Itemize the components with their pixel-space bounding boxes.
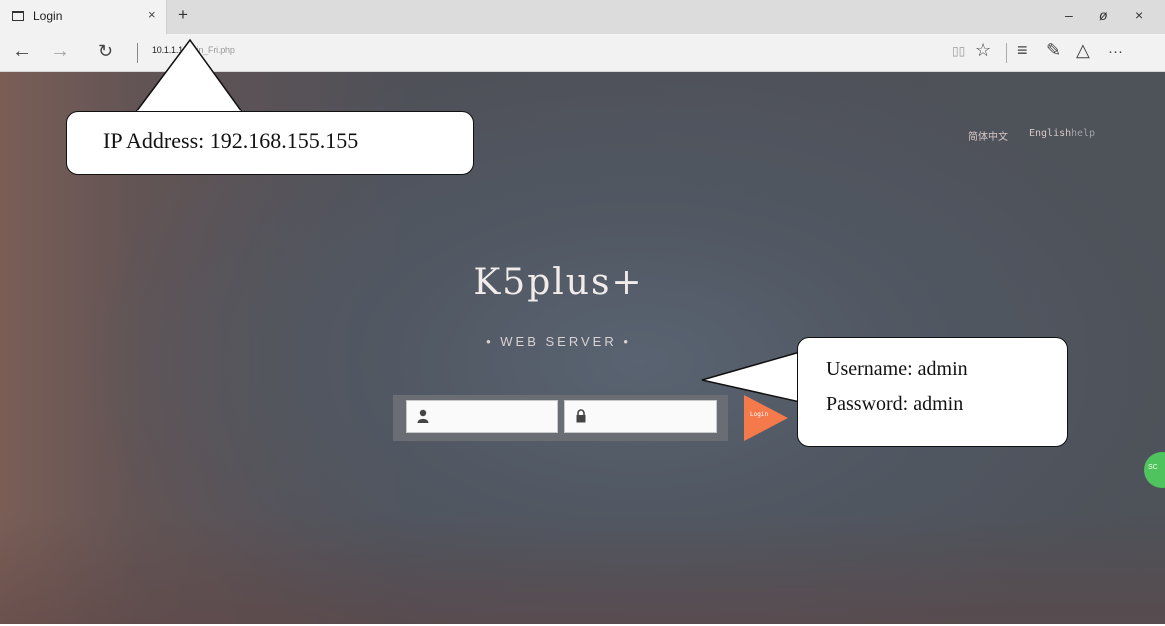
web-note-icon[interactable]: ✎: [1046, 40, 1061, 61]
product-logo: K5plus+: [473, 262, 644, 303]
maximize-button[interactable]: ø: [1099, 7, 1108, 23]
user-icon: [417, 409, 429, 423]
more-icon[interactable]: ···: [1108, 43, 1123, 60]
minimize-button[interactable]: –: [1065, 7, 1073, 23]
side-widget-label: SC: [1148, 464, 1158, 471]
new-tab-button[interactable]: +: [178, 5, 188, 25]
tab-close-icon[interactable]: ×: [148, 7, 156, 22]
forward-button[interactable]: →: [50, 40, 70, 63]
page-bottom-shade: [0, 514, 1165, 624]
hub-icon[interactable]: ≡: [1017, 40, 1028, 61]
password-field[interactable]: [564, 400, 717, 433]
ip-callout-pointer: [134, 38, 244, 114]
share-icon[interactable]: △: [1076, 40, 1090, 61]
credentials-callout-pointer: [701, 351, 802, 403]
favorite-icon[interactable]: ☆: [975, 40, 991, 61]
password-note: Password: admin: [826, 393, 964, 415]
help-link[interactable]: help: [1071, 128, 1095, 139]
lang-chinese-link[interactable]: 简体中文: [968, 128, 1008, 143]
ip-address-callout: IP Address: 192.168.155.155: [66, 111, 474, 175]
username-input[interactable]: [433, 405, 555, 429]
tab-bar: Login × + – ø ×: [0, 0, 1165, 34]
username-field[interactable]: [406, 400, 558, 433]
username-note: Username: admin: [826, 358, 968, 380]
close-window-button[interactable]: ×: [1135, 7, 1143, 23]
credentials-callout: Username: admin Password: admin: [797, 337, 1068, 447]
lock-icon: [576, 409, 586, 423]
browser-tab-login[interactable]: Login ×: [0, 0, 167, 34]
reading-view-icon[interactable]: ▯▯: [952, 44, 965, 58]
login-panel: [393, 395, 728, 441]
ip-address-note: IP Address: 192.168.155.155: [103, 128, 359, 153]
toolbar-divider: [1006, 43, 1007, 63]
login-button-label[interactable]: Login: [750, 411, 768, 418]
page-icon: [12, 11, 24, 21]
lang-english-link[interactable]: English: [1029, 128, 1071, 139]
side-widget[interactable]: SC: [1144, 452, 1165, 488]
refresh-button[interactable]: ↻: [98, 41, 113, 62]
tab-title: Login: [33, 9, 63, 23]
back-button[interactable]: ←: [12, 40, 32, 63]
password-input[interactable]: [591, 405, 713, 429]
